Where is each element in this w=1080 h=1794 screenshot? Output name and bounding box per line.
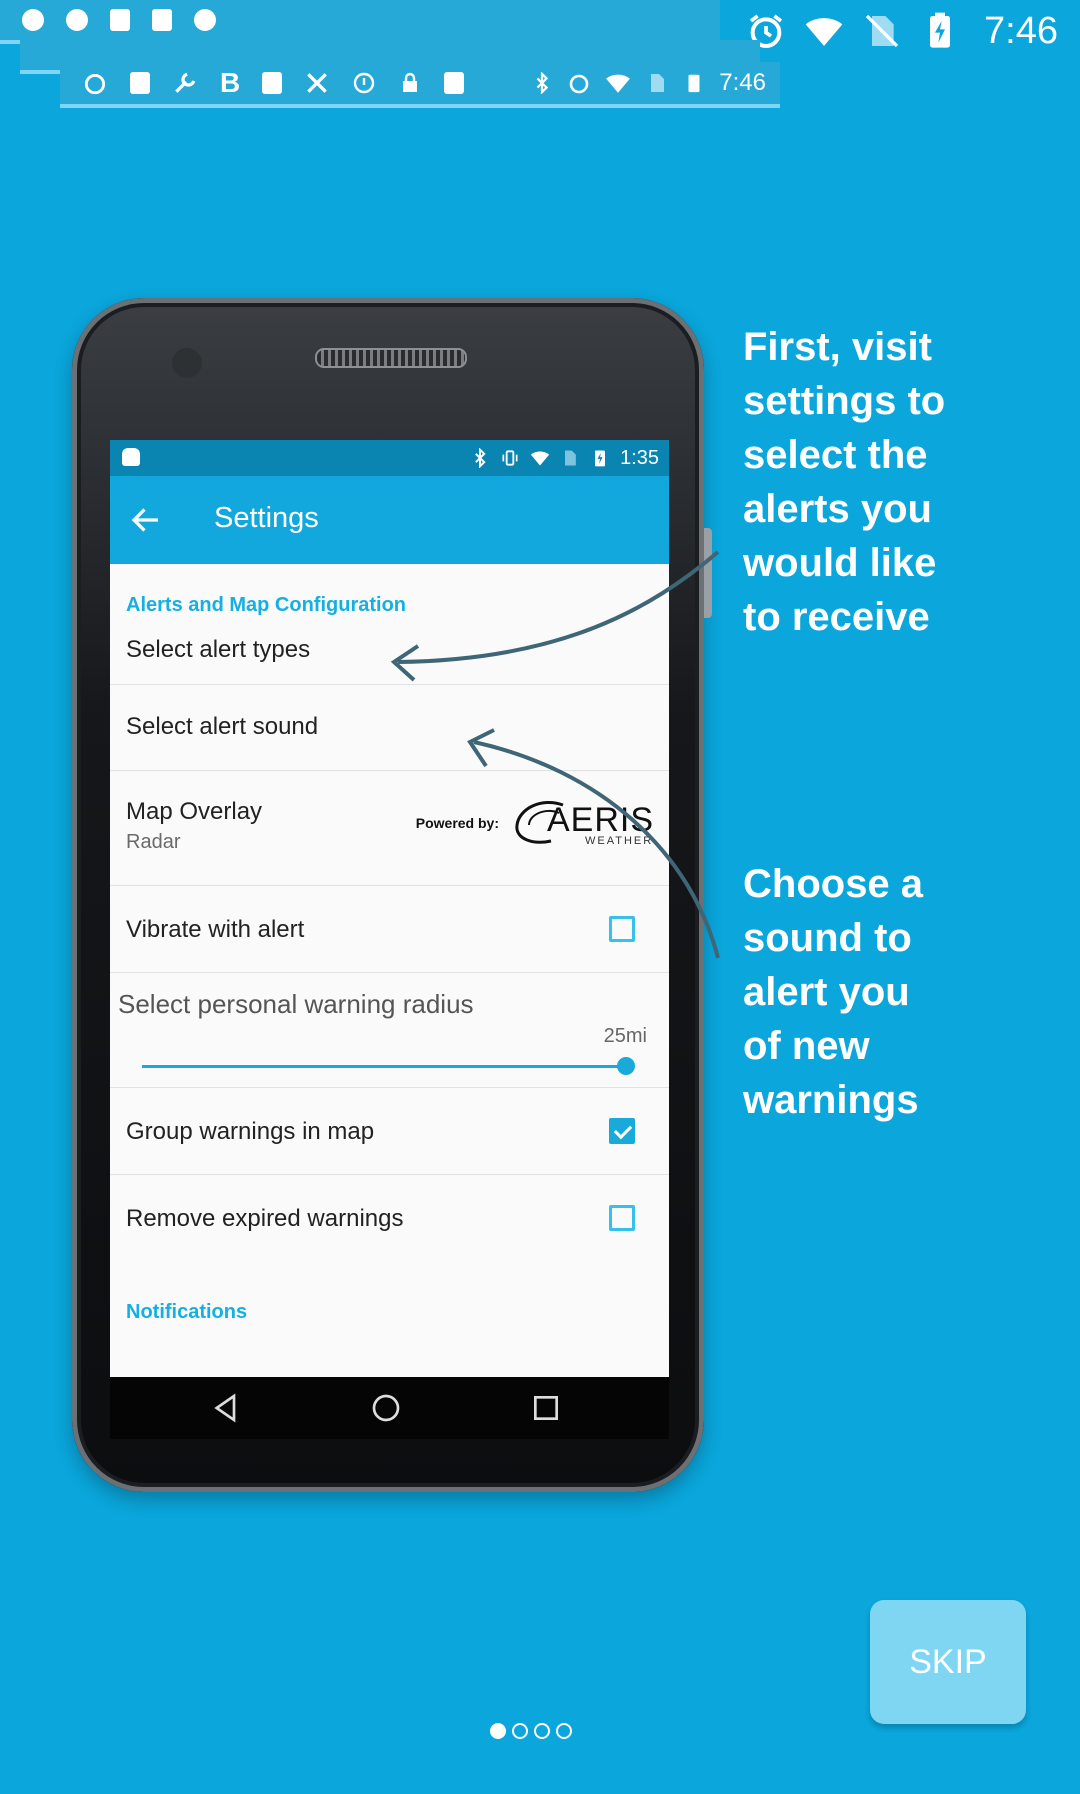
glitch-icons-left-2: B	[82, 62, 465, 104]
pref-map-overlay[interactable]: Map Overlay Radar Powered by: AERIS WEAT…	[110, 771, 669, 886]
back-arrow-icon[interactable]	[128, 502, 164, 538]
pref-group-warnings[interactable]: Group warnings in map	[110, 1088, 669, 1175]
battery-charging-icon	[595, 450, 606, 467]
phone-app-title: Settings	[214, 502, 319, 534]
nav-back-icon[interactable]	[210, 1392, 242, 1424]
front-camera	[172, 348, 202, 378]
glitch-time: 7:46	[719, 69, 766, 96]
callout-line: sound to	[743, 916, 912, 960]
alarm-icon	[569, 74, 589, 94]
glitch-bar-1	[0, 0, 720, 44]
section-header-alerts: Alerts and Map Configuration	[126, 594, 406, 616]
b-icon	[152, 9, 172, 31]
callout-line: First, visit	[743, 325, 932, 369]
lock-icon	[403, 72, 418, 92]
callout-line: select the	[743, 433, 928, 477]
pref-select-alert-types[interactable]: Select alert types	[110, 624, 669, 685]
cross-tools-icon	[307, 73, 328, 93]
alarm-icon	[84, 74, 106, 95]
glitch-icons-left	[22, 0, 216, 40]
pref-summary: Radar	[126, 831, 181, 853]
nav-home-icon[interactable]	[370, 1392, 402, 1424]
b-icon: B	[220, 67, 241, 98]
callout-text-second: Choose a sound to alert you of new warni…	[743, 857, 1063, 1127]
status-time: 7:46	[984, 9, 1058, 52]
wrench-icon	[110, 9, 130, 31]
side-button	[704, 528, 712, 618]
section-header-notifications: Notifications	[126, 1301, 248, 1323]
page-indicator	[490, 1723, 572, 1739]
phone-status-icons: 1:35	[470, 440, 659, 476]
info-icon	[354, 72, 375, 94]
wifi-icon	[606, 74, 631, 93]
pref-warning-radius[interactable]: Select personal warning radius 25mi	[110, 973, 669, 1088]
radius-slider-thumb[interactable]	[617, 1057, 635, 1075]
callout-line: settings to	[743, 379, 946, 423]
remove-expired-checkbox[interactable]	[609, 1205, 635, 1231]
callout-line: of new	[743, 1024, 870, 1068]
phone-app-bar: Settings	[110, 476, 669, 564]
pref-label: Map Overlay	[126, 798, 263, 825]
phone-status-time: 1:35	[620, 446, 659, 469]
callout-text-first: First, visit settings to select the aler…	[743, 320, 1063, 644]
phone-status-bar: 1:35	[110, 440, 669, 476]
powered-by-label: Powered by:	[415, 815, 499, 831]
pref-select-alert-sound[interactable]: Select alert sound	[110, 685, 669, 771]
wrench-icon	[175, 72, 196, 93]
battery-charging-icon	[930, 12, 951, 48]
vibrate-icon	[502, 450, 518, 466]
group-warnings-checkbox[interactable]	[609, 1118, 635, 1144]
callout-line: to receive	[743, 595, 930, 639]
callout-line: alert you	[743, 970, 910, 1014]
android-icon	[122, 448, 140, 466]
pref-label: Vibrate with alert	[126, 916, 305, 943]
callout-line: alerts you	[743, 487, 932, 531]
pref-remove-expired[interactable]: Remove expired warnings	[110, 1175, 669, 1261]
wifi-icon	[805, 18, 843, 46]
no-sim-icon	[865, 14, 899, 48]
page-dot	[512, 1723, 528, 1739]
wifi-icon	[530, 451, 550, 466]
pref-label: Group warnings in map	[126, 1118, 375, 1145]
nav-recents-icon[interactable]	[530, 1392, 562, 1424]
tool-icon	[194, 9, 216, 31]
pref-label: Select alert sound	[126, 713, 319, 740]
bluetooth-icon	[475, 448, 486, 468]
glitch-icons-right: 7:46	[531, 62, 766, 104]
alarm-icon	[22, 9, 44, 31]
page-dot	[534, 1723, 550, 1739]
no-sim-icon	[651, 74, 665, 92]
phone-nav-bar	[110, 1377, 669, 1439]
pref-vibrate-with-alert[interactable]: Vibrate with alert	[110, 886, 669, 973]
callout-line: Choose a	[743, 862, 924, 906]
battery-icon	[688, 74, 700, 93]
powered-by-aeris: Powered by: AERIS WEATHER	[416, 795, 659, 851]
pref-label: Remove expired warnings	[126, 1205, 404, 1232]
earpiece-speaker	[315, 348, 467, 368]
radius-slider-track[interactable]	[142, 1065, 627, 1068]
no-sim-icon	[565, 450, 576, 466]
android-icon	[444, 72, 465, 94]
skip-button[interactable]: SKIP	[870, 1600, 1026, 1724]
callout-line: warnings	[743, 1078, 919, 1122]
vibrate-checkbox[interactable]	[609, 916, 635, 942]
person-icon	[130, 72, 150, 94]
radius-value: 25mi	[603, 1025, 647, 1047]
tool-icon	[262, 72, 283, 94]
aeris-sub: WEATHER	[585, 835, 654, 847]
person-icon	[66, 9, 88, 31]
aeris-logo: AERIS WEATHER	[511, 795, 659, 851]
bluetooth-icon	[536, 72, 549, 94]
phone-screen: 1:35 Settings Alerts and Map Configurati…	[110, 440, 669, 1439]
glitch-bar-3: B 7:46	[60, 62, 780, 108]
page-dot	[490, 1723, 506, 1739]
callout-line: would like	[743, 541, 937, 585]
pref-label: Select alert types	[126, 636, 311, 663]
page-dot	[556, 1723, 572, 1739]
pref-label: Select personal warning radius	[118, 989, 474, 1019]
phone-mockup: 1:35 Settings Alerts and Map Configurati…	[72, 298, 712, 1492]
